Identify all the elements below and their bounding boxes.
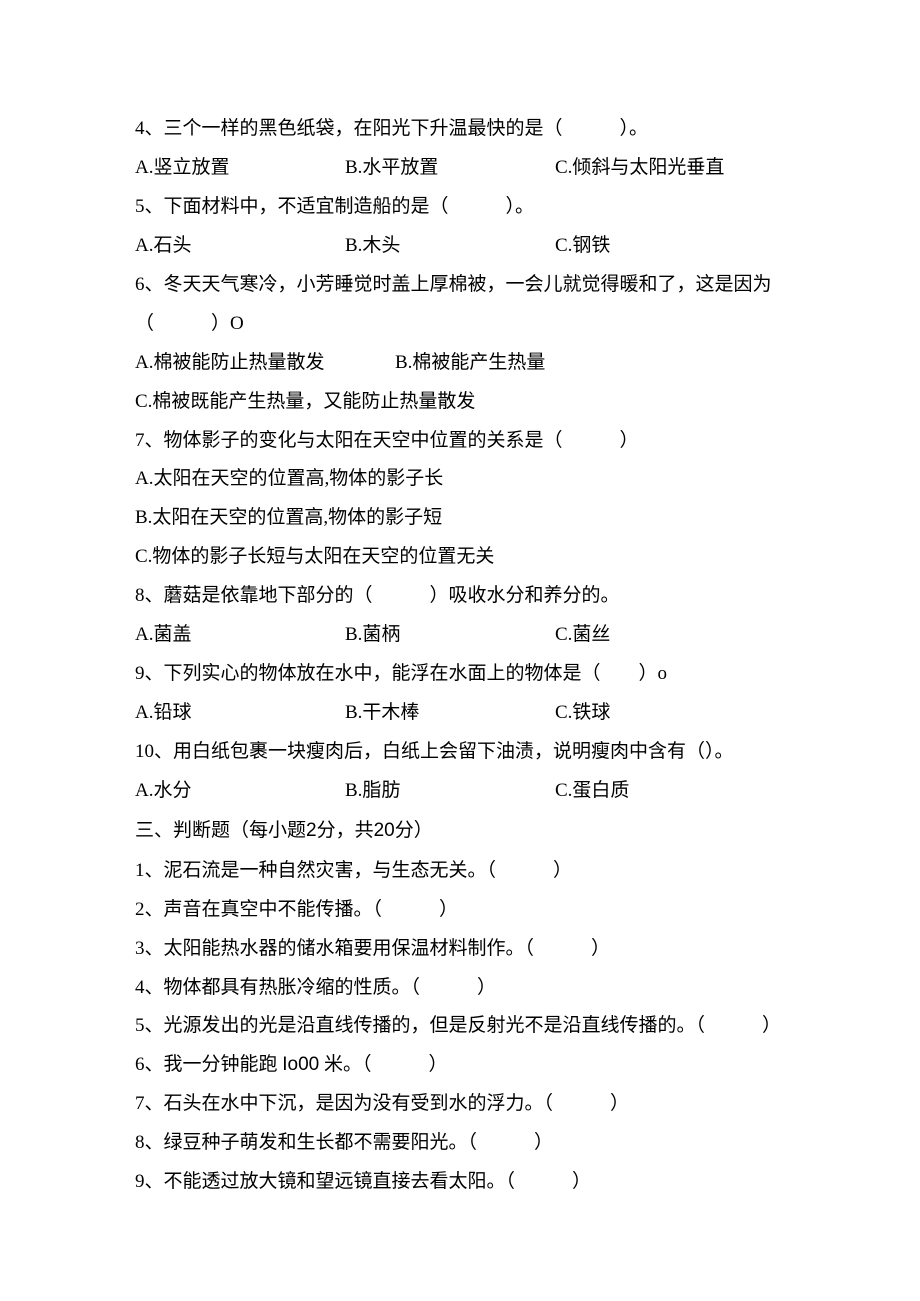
q10-option-b: B.脂肪 [345,772,555,811]
q10-option-c: C.蛋白质 [555,772,785,811]
q8-option-b: B.菌柄 [345,616,555,655]
q10-option-a: A.水分 [135,772,345,811]
q9-options: A.铅球 B.干木棒 C.铁球 [135,694,785,733]
q4-options: A.竖立放置 B.水平放置 C.倾斜与太阳光垂直 [135,149,785,188]
judge-7: 7、石头在水中下沉，是因为没有受到水的浮力。（ ） [135,1085,785,1124]
q6-stem-line1: 6、冬天天气寒冷，小芳睡觉时盖上厚棉被，一会儿就觉得暖和了，这是因为 [135,266,785,305]
q9-option-a: A.铅球 [135,694,345,733]
section-3-two: 2 [306,820,317,841]
q6-stem-line2: （ ）O [135,305,785,344]
section-3-mid: 分，共 [317,820,374,841]
judge-6-a: 6、我一分钟能跑 [135,1054,278,1075]
judge-4: 4、物体都具有热胀冷缩的性质。（ ） [135,969,785,1008]
section-3-twenty: 20 [374,820,395,841]
q9-option-b: B.干木棒 [345,694,555,733]
q4-option-b: B.水平放置 [345,149,555,188]
q5-option-a: A.石头 [135,227,345,266]
q7-option-b: B.太阳在天空的位置高,物体的影子短 [135,499,785,538]
q8-option-a: A.菌盖 [135,616,345,655]
q10-options: A.水分 B.脂肪 C.蛋白质 [135,772,785,811]
q6-options-row1: A.棉被能防止热量散发 B.棉被能产生热量 [135,344,785,383]
q4-stem: 4、三个一样的黑色纸袋，在阳光下升温最快的是（ ）。 [135,110,785,149]
q8-stem: 8、蘑菇是依靠地下部分的（ ）吸收水分和养分的。 [135,577,785,616]
q6-option-c: C.棉被既能产生热量，又能防止热量散发 [135,383,785,422]
judge-6: 6、我一分钟能跑 Io00 米。（ ） [135,1046,785,1085]
q4-option-c: C.倾斜与太阳光垂直 [555,149,785,188]
q8-option-c: C.菌丝 [555,616,785,655]
section-3-suffix: 分） [395,820,433,841]
q5-option-c: C.钢铁 [555,227,785,266]
q9-option-c: C.铁球 [555,694,785,733]
page-content: 4、三个一样的黑色纸袋，在阳光下升温最快的是（ ）。 A.竖立放置 B.水平放置… [0,0,920,1262]
q5-options: A.石头 B.木头 C.钢铁 [135,227,785,266]
judge-2: 2、声音在真空中不能传播。（ ） [135,891,785,930]
q9-stem: 9、下列实心的物体放在水中，能浮在水面上的物体是（ ）o [135,655,785,694]
judge-5: 5、光源发出的光是沿直线传播的，但是反射光不是沿直线传播的。（ ） [135,1007,785,1046]
q6-option-a: A.棉被能防止热量散发 [135,344,395,383]
q7-stem: 7、物体影子的变化与太阳在天空中位置的关系是（ ） [135,422,785,461]
judge-9: 9、不能透过放大镜和望远镜直接去看太阳。（ ） [135,1163,785,1202]
q7-option-a: A.太阳在天空的位置高,物体的影子长 [135,460,785,499]
q8-options: A.菌盖 B.菌柄 C.菌丝 [135,616,785,655]
judge-3: 3、太阳能热水器的储水箱要用保温材料制作。（ ） [135,930,785,969]
q7-option-c: C.物体的影子长短与太阳在天空的位置无关 [135,538,785,577]
q5-option-b: B.木头 [345,227,555,266]
q6-option-b: B.棉被能产生热量 [395,344,545,383]
q10-stem: 10、用白纸包裹一块瘦肉后，白纸上会留下油渍，说明瘦肉中含有（）。 [135,733,785,772]
judge-6-c: 米。（ ） [324,1054,448,1075]
judge-1: 1、泥石流是一种自然灾害，与生态无关。（ ） [135,852,785,891]
judge-6-b: Io00 [282,1054,319,1075]
section-3-heading: 三、判断题（每小题2分，共20分） [135,811,785,852]
q5-stem: 5、下面材料中，不适宜制造船的是（ ）。 [135,188,785,227]
judge-8: 8、绿豆种子萌发和生长都不需要阳光。（ ） [135,1124,785,1163]
section-3-prefix: 三、判断题（每小题 [135,820,306,841]
q4-option-a: A.竖立放置 [135,149,345,188]
